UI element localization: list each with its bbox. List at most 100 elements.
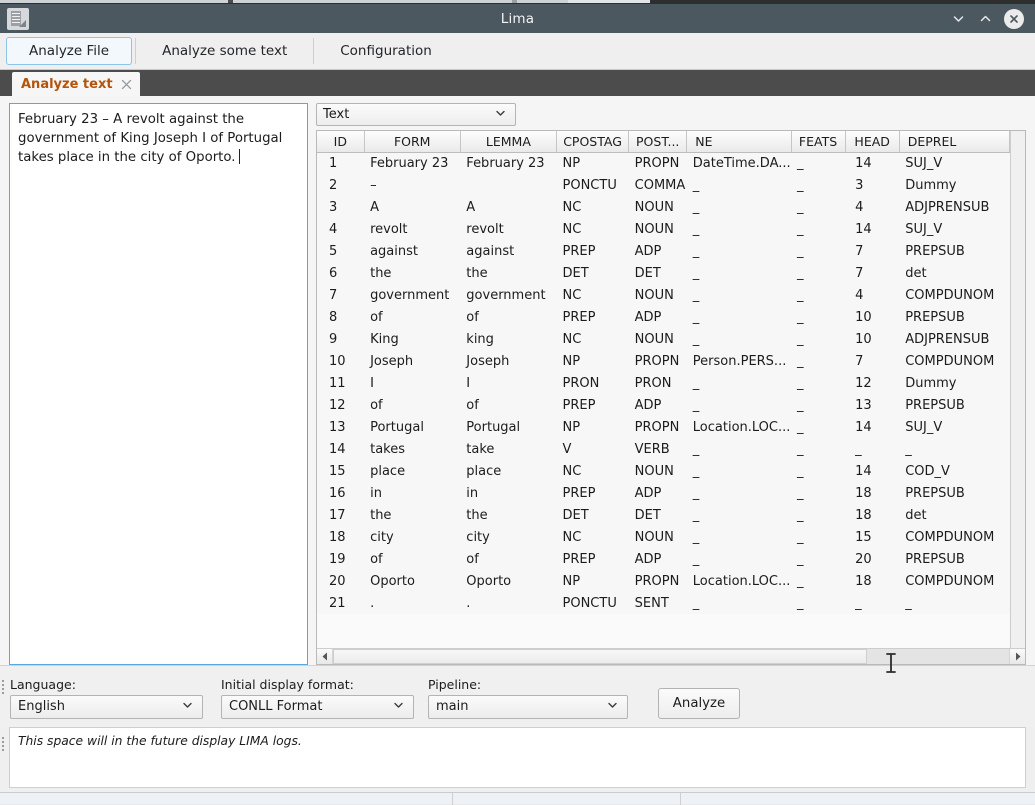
- table-row[interactable]: 14 takes take V VERB _ _ _ _: [317, 438, 1010, 460]
- log-output-area: This space will in the future display LI…: [9, 726, 1026, 788]
- maximize-button[interactable]: [977, 10, 994, 27]
- table-body: 1 February 23 February 23 NP PROPN DateTime.D…: [317, 152, 1010, 614]
- table-vertical-scrollbar[interactable]: [1010, 131, 1025, 648]
- analyze-button-label: Analyze: [672, 695, 726, 711]
- col-header-cpostag[interactable]: CPOSTAG: [556, 131, 630, 153]
- col-header-deprel[interactable]: DEPREL: [899, 131, 1010, 153]
- cell-ne: _: [686, 504, 791, 526]
- display-format-dropdown[interactable]: Text: [316, 103, 516, 126]
- cell-lemma: A: [460, 196, 557, 218]
- document-tab-bar: Analyze text: [0, 70, 1035, 96]
- cell-head: 7: [845, 262, 900, 284]
- table-row[interactable]: 2– PONCTU COMMA _ _ 3 Dummy: [317, 174, 1010, 196]
- table-row[interactable]: 18 city city NC NOUN _ _ 15 COMPDUNOM: [317, 526, 1010, 548]
- table-row[interactable]: 6 the the DET DET _ _ 7 det: [317, 262, 1010, 284]
- table-row[interactable]: 12 of of PREP ADP _ _ 13 PREPSUB: [317, 394, 1010, 416]
- table-row[interactable]: 15 place place NC NOUN _ _ 14 COD_V: [317, 460, 1010, 482]
- col-header-lemma[interactable]: LEMMA: [460, 131, 558, 153]
- cell-ne: _: [686, 218, 791, 240]
- scroll-right-arrow-icon[interactable]: [1009, 648, 1025, 664]
- col-header-feats[interactable]: FEATS: [791, 131, 846, 153]
- initial-display-format-dropdown[interactable]: CONLL Format: [221, 694, 414, 719]
- cell-lemma: of: [460, 548, 557, 570]
- cell-id: 5: [317, 240, 365, 262]
- close-icon[interactable]: [120, 78, 133, 91]
- col-header-id[interactable]: ID: [317, 131, 365, 153]
- cell-lemma: in: [460, 482, 557, 504]
- doc-tab-analyze-text[interactable]: Analyze text: [12, 72, 140, 96]
- col-header-head[interactable]: HEAD: [845, 131, 900, 153]
- col-header-form[interactable]: FORM: [364, 131, 461, 153]
- table-horizontal-scrollbar[interactable]: [317, 647, 1025, 664]
- table-row[interactable]: 21.. PONCTU SENT _ _ _ _: [317, 592, 1010, 614]
- col-header-postag[interactable]: POST...: [628, 131, 688, 153]
- tab-configuration[interactable]: Configuration: [317, 37, 455, 65]
- cell-cpostag: NC: [556, 526, 629, 548]
- cell-lemma: Oporto: [460, 570, 557, 592]
- table-row[interactable]: 17 the the DET DET _ _ 18 det: [317, 504, 1010, 526]
- display-format-value: Text: [323, 107, 350, 122]
- cell-postag: COMMA: [628, 174, 687, 196]
- table-row[interactable]: 16 in in PREP ADP _ _ 18 PREPSUB: [317, 482, 1010, 504]
- table-row[interactable]: 13 Portugal Portugal NP PROPN Location.LOC...…: [317, 416, 1010, 438]
- display-format-control-group: Initial display format: CONLL Format: [221, 677, 414, 719]
- lima-window: Lima Analyze File Analyze some text Conf…: [0, 4, 1035, 792]
- cell-form: .: [364, 592, 461, 614]
- cell-postag: ADP: [628, 306, 687, 328]
- cell-head: 20: [845, 548, 900, 570]
- cell-deprel: SUJ_V: [899, 218, 1010, 240]
- table-row[interactable]: 19 of of PREP ADP _ _ 20 PREPSUB: [317, 548, 1010, 570]
- analyze-button[interactable]: Analyze: [658, 687, 740, 719]
- cell-ne: _: [686, 174, 791, 196]
- tab-analyze-some-text[interactable]: Analyze some text: [139, 37, 310, 65]
- cell-postag: PROPN: [628, 416, 687, 438]
- table-row[interactable]: 4 revolt revolt NC NOUN _ _ 14 SUJ_V: [317, 218, 1010, 240]
- cell-lemma: city: [460, 526, 557, 548]
- cell-ne: _: [686, 438, 791, 460]
- language-value: English: [18, 699, 65, 714]
- cell-deprel: Dummy: [899, 372, 1010, 394]
- table-row[interactable]: 20 Oporto Oporto NP PROPN Location.LOC... _ 18 C…: [317, 570, 1010, 592]
- table-row[interactable]: 9 King king NC NOUN _ _ 10 ADJPRENSUB: [317, 328, 1010, 350]
- table-row[interactable]: 8 of of PREP ADP _ _ 10 PREPSUB: [317, 306, 1010, 328]
- table-row[interactable]: 11 I I PRON PRON _ _ 12 Dummy: [317, 372, 1010, 394]
- minimize-button[interactable]: [950, 10, 967, 27]
- desktop-taskbar[interactable]: [0, 792, 1035, 805]
- cell-id: 10: [317, 350, 365, 372]
- cell-ne: _: [686, 196, 791, 218]
- cell-postag: DET: [628, 504, 687, 526]
- cell-cpostag: PONCTU: [556, 592, 629, 614]
- cell-form: Oporto: [364, 570, 461, 592]
- log-text: This space will in the future display LI…: [18, 733, 302, 748]
- cell-form: February 23: [364, 152, 461, 174]
- log-grip[interactable]: [2, 736, 5, 751]
- cell-form: city: [364, 526, 461, 548]
- pipeline-dropdown[interactable]: main: [428, 694, 628, 719]
- table-row[interactable]: 5 against against PREP ADP _ _ 7 PREPSUB: [317, 240, 1010, 262]
- hscroll-thumb[interactable]: [333, 648, 868, 664]
- tab-analyze-file[interactable]: Analyze File: [6, 37, 133, 65]
- display-format-label: Initial display format:: [221, 676, 354, 692]
- scroll-left-arrow-icon[interactable]: [317, 648, 333, 664]
- language-dropdown[interactable]: English: [10, 694, 203, 719]
- cell-deprel: PREPSUB: [899, 394, 1010, 416]
- close-button[interactable]: [1004, 8, 1024, 29]
- analyze-text-input[interactable]: February 23 – A revolt against the gover…: [9, 103, 308, 665]
- table-row[interactable]: 7 government government NC NOUN _ _ 4 COMPDUNOM: [317, 284, 1010, 306]
- cell-feats: _: [791, 504, 846, 526]
- cell-deprel: PREPSUB: [899, 306, 1010, 328]
- cell-id: 19: [317, 548, 365, 570]
- table-row[interactable]: 1 February 23 February 23 NP PROPN DateTime.D…: [317, 152, 1010, 174]
- table-row[interactable]: 10 Joseph Joseph NP PROPN Person.PERS... _ 7 COM…: [317, 350, 1010, 372]
- table-row[interactable]: 3 A A NC NOUN _ _ 4 ADJPRENSUB: [317, 196, 1010, 218]
- col-header-ne[interactable]: NE: [686, 131, 792, 153]
- cell-head: 14: [845, 416, 900, 438]
- title-bar[interactable]: Lima: [0, 4, 1035, 33]
- cell-cpostag: PONCTU: [556, 174, 629, 196]
- cell-postag: PROPN: [628, 152, 687, 174]
- cell-postag: PROPN: [628, 570, 687, 592]
- panel-grip[interactable]: [2, 679, 5, 694]
- cell-cpostag: NC: [556, 284, 629, 306]
- cell-cpostag: DET: [556, 262, 629, 284]
- hscroll-track[interactable]: [333, 648, 1009, 664]
